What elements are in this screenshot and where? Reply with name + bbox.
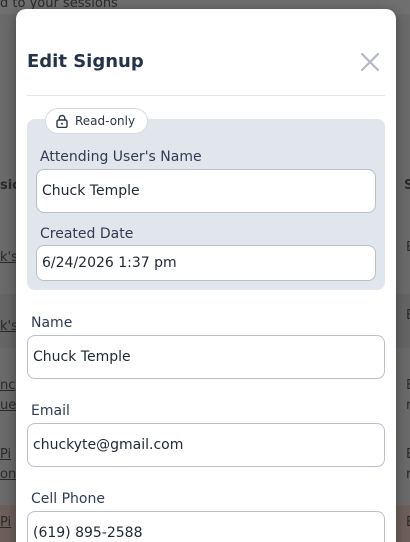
bg-row-cell: E bbox=[406, 515, 410, 530]
bg-row-cell: E bbox=[406, 378, 410, 393]
bg-row-link[interactable]: ue bbox=[0, 398, 16, 413]
created-date-field bbox=[36, 245, 376, 281]
bg-row-link[interactable]: Pi bbox=[0, 515, 11, 530]
close-x-icon bbox=[360, 52, 380, 72]
attending-user-field bbox=[36, 169, 376, 213]
bg-row-cell: r bbox=[406, 398, 410, 413]
readonly-badge: Read-only bbox=[45, 108, 149, 134]
cell-phone-field[interactable] bbox=[27, 511, 385, 542]
bg-col-right-header: S bbox=[404, 178, 410, 193]
bg-row-cell: E bbox=[406, 447, 410, 462]
cell-phone-label: Cell Phone bbox=[31, 491, 105, 507]
bg-row-link[interactable]: Pi bbox=[0, 447, 11, 462]
readonly-badge-label: Read-only bbox=[75, 114, 136, 128]
edit-signup-modal: Edit Signup Read-only Attending User's N… bbox=[16, 9, 396, 542]
readonly-section: Read-only Attending User's Name Created … bbox=[27, 108, 385, 290]
modal-title: Edit Signup bbox=[27, 51, 144, 72]
lock-icon bbox=[56, 114, 68, 128]
header-divider bbox=[27, 95, 385, 96]
bg-row-link[interactable]: nc bbox=[0, 378, 15, 393]
name-field[interactable] bbox=[27, 335, 385, 379]
email-field[interactable] bbox=[27, 423, 385, 467]
bg-row-cell: r bbox=[406, 467, 410, 482]
bg-row-cell: E bbox=[406, 308, 410, 323]
bg-row-link[interactable]: on bbox=[0, 467, 16, 482]
email-label: Email bbox=[31, 403, 70, 419]
attending-user-label: Attending User's Name bbox=[40, 149, 202, 165]
close-button[interactable] bbox=[358, 50, 382, 74]
bg-row-cell: E bbox=[406, 240, 410, 255]
name-label: Name bbox=[31, 315, 73, 331]
created-date-label: Created Date bbox=[40, 226, 134, 242]
